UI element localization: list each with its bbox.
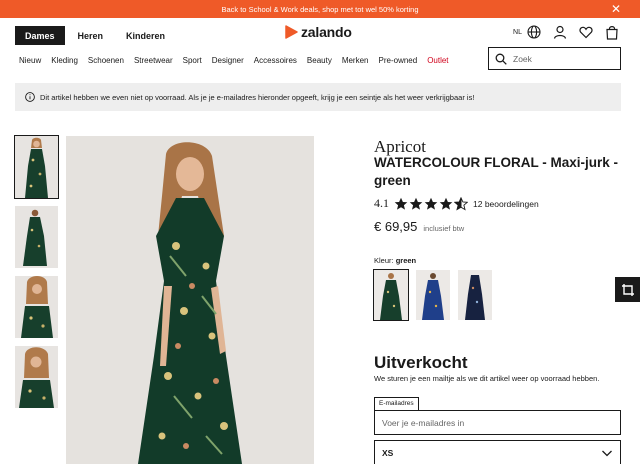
product-name: WATERCOLOUR FLORAL - Maxi-jurk - green xyxy=(374,155,618,188)
color-swatches xyxy=(373,269,500,321)
swatch-green[interactable] xyxy=(373,269,409,321)
color-value: green xyxy=(395,256,417,265)
search-box[interactable] xyxy=(488,47,621,70)
swatch-blue[interactable] xyxy=(416,270,450,320)
cat-beauty[interactable]: Beauty xyxy=(307,56,332,65)
promo-text[interactable]: Back to School & Work deals, shop met to… xyxy=(221,5,418,14)
tab-dames[interactable]: Dames xyxy=(15,26,65,45)
cat-schoenen[interactable]: Schoenen xyxy=(88,56,124,65)
swatch-navy[interactable] xyxy=(458,270,492,320)
chevron-down-icon xyxy=(602,450,612,457)
side-panel-toggle[interactable] xyxy=(615,277,640,302)
rating-score: 4.1 xyxy=(374,196,389,210)
soldout-subtitle: We sturen je een mailtje als we dit arti… xyxy=(374,374,600,383)
color-label: Kleur: green xyxy=(374,256,416,265)
out-of-stock-notice: Dit artikel hebben we even niet op voorr… xyxy=(15,83,621,111)
thumbnail-list xyxy=(14,135,59,416)
heart-icon[interactable] xyxy=(578,24,594,40)
cat-sport[interactable]: Sport xyxy=(183,56,202,65)
star-icon xyxy=(409,197,423,210)
star-icon xyxy=(439,197,453,210)
cat-pre-owned[interactable]: Pre-owned xyxy=(379,56,418,65)
star-icon xyxy=(394,197,408,210)
tab-heren[interactable]: Heren xyxy=(68,26,114,45)
cat-streetwear[interactable]: Streetwear xyxy=(134,56,173,65)
price-vat: inclusief btw xyxy=(423,224,465,233)
email-label: E-mailadres xyxy=(374,397,419,410)
soldout-title: Uitverkocht xyxy=(374,353,468,372)
cat-kleding[interactable]: Kleding xyxy=(51,56,78,65)
email-field[interactable] xyxy=(374,410,621,435)
crop-icon xyxy=(621,283,634,296)
product-price: € 69,95 inclusief btw xyxy=(374,219,464,234)
size-select[interactable]: XS xyxy=(374,440,621,464)
search-icon xyxy=(495,53,507,65)
tab-kinderen[interactable]: Kinderen xyxy=(116,26,175,45)
thumbnail-4[interactable] xyxy=(15,346,58,408)
user-icon[interactable] xyxy=(552,24,568,40)
size-value: XS xyxy=(382,448,394,458)
bag-icon[interactable] xyxy=(604,24,620,40)
thumbnail-2[interactable] xyxy=(15,206,58,268)
info-icon xyxy=(25,92,35,102)
notice-text: Dit artikel hebben we even niet op voorr… xyxy=(40,92,475,102)
cat-accessoires[interactable]: Accessoires xyxy=(254,56,297,65)
promo-banner[interactable]: Back to School & Work deals, shop met to… xyxy=(0,0,640,18)
search-input[interactable] xyxy=(513,53,613,64)
star-icon xyxy=(424,197,438,210)
rating-stars xyxy=(394,196,469,211)
zalando-logo[interactable]: zalando xyxy=(285,24,352,40)
logo-text: zalando xyxy=(301,24,352,40)
review-count[interactable]: 12 beoordelingen xyxy=(473,199,539,209)
category-nav: Nieuw Kleding Schoenen Streetwear Sport … xyxy=(19,54,459,66)
product-rating[interactable]: 4.1 12 beoordelingen xyxy=(374,196,539,211)
price-amount: € 69,95 xyxy=(374,219,418,234)
star-half-icon xyxy=(454,196,468,211)
language-label[interactable]: NL xyxy=(513,29,522,36)
header-icons: NL xyxy=(513,22,620,42)
close-icon[interactable]: ✕ xyxy=(610,3,622,15)
thumbnail-1[interactable] xyxy=(14,135,59,199)
cat-outlet[interactable]: Outlet xyxy=(427,56,448,65)
cat-nieuw[interactable]: Nieuw xyxy=(19,56,41,65)
thumbnail-3[interactable] xyxy=(15,276,58,338)
color-label-text: Kleur: xyxy=(374,256,394,265)
cat-merken[interactable]: Merken xyxy=(342,56,369,65)
product-image[interactable] xyxy=(66,136,314,464)
logo-mark-icon xyxy=(285,25,298,39)
gender-tabs: Dames Heren Kinderen xyxy=(15,26,175,45)
globe-icon[interactable] xyxy=(526,24,542,40)
cat-designer[interactable]: Designer xyxy=(212,56,244,65)
